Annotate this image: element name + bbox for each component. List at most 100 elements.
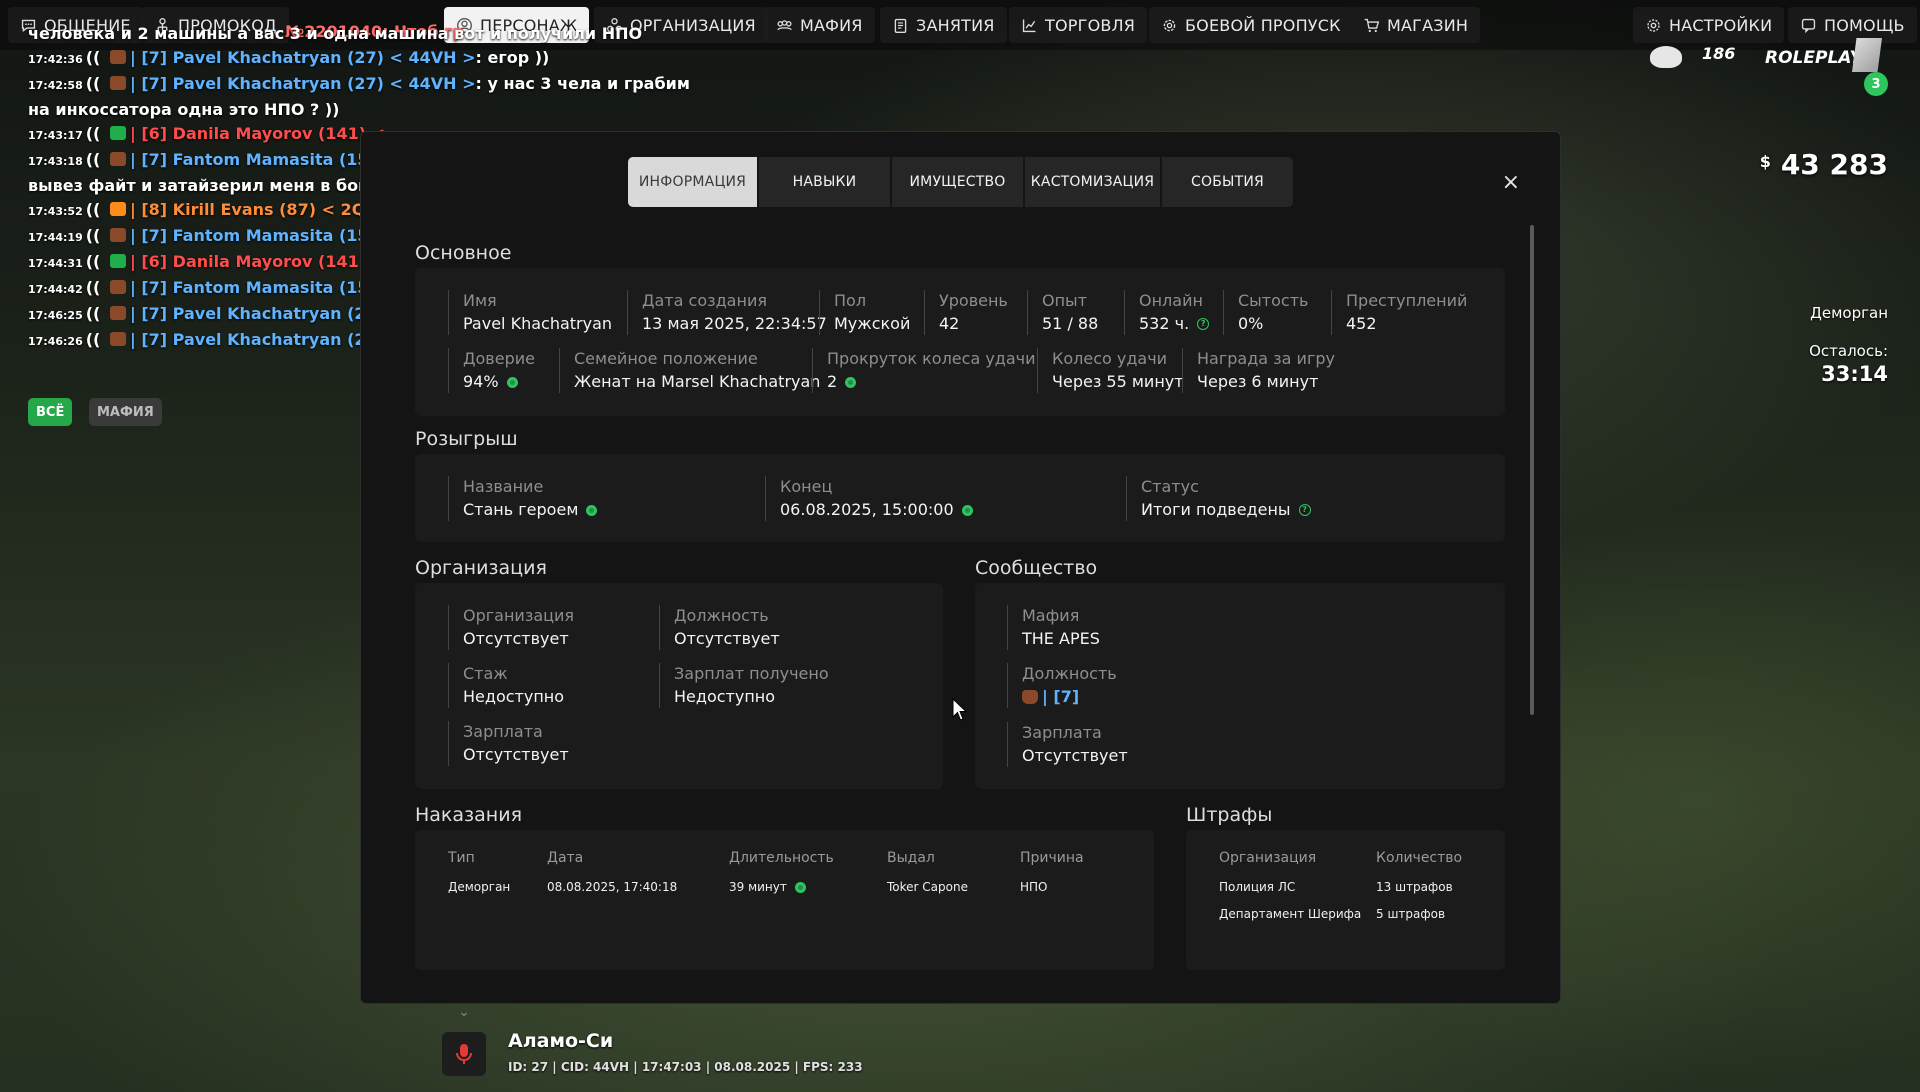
basic-panel: Имя Pavel Khachatryan Дата создания 13 м… (415, 268, 1505, 416)
chat-prefix: (( (85, 200, 106, 219)
chat-player-name[interactable]: | [6] Danila Mayorov (141) < (130, 124, 385, 143)
chat-timestamp: 17:42:58 (28, 79, 83, 92)
tab-property[interactable]: ИМУЩЕСТВО (892, 157, 1025, 207)
info-dot-icon[interactable] (586, 504, 598, 516)
chat-player-name[interactable]: | [7] Pavel Khachatryan (27 (130, 304, 377, 323)
server-number-badge: 3 (1864, 72, 1888, 96)
section-title-basic: Основное (415, 242, 512, 264)
chat-player-name[interactable]: | [7] Pavel Khachatryan (27 (130, 330, 377, 349)
cell-date: 08.08.2025, 17:40:18 (547, 880, 678, 894)
chat-prefix: (( (85, 330, 106, 349)
chat-player-name[interactable]: | [8] Kirill Evans (87) < 2QDI (130, 200, 385, 219)
nav-trade[interactable]: ТОРГОВЛЯ (1009, 7, 1148, 43)
giveaway-panel: Название Стань героем Конец 06.08.2025, … (415, 454, 1505, 542)
chat-player-name[interactable]: | [7] Fantom Mamasita (150 (130, 278, 380, 297)
jail-status-label: Деморган (1810, 304, 1888, 322)
cell-duration: 39 минут (729, 880, 806, 894)
tab-skills[interactable]: НАВЫКИ (759, 157, 892, 207)
tab-information[interactable]: ИНФОРМАЦИЯ (628, 157, 759, 207)
field-wheel: Колесо удачи Через 55 минут (1037, 348, 1184, 393)
chat-player-name[interactable]: | [7] Pavel Khachatryan (27) < 44VH > (130, 48, 476, 67)
cell-issuer: Toker Capone (887, 880, 968, 894)
money-amount: 43 283 (1780, 148, 1888, 181)
info-dot-icon[interactable] (845, 376, 857, 388)
section-title-fines: Штрафы (1186, 804, 1273, 826)
badge-gear-icon (1163, 19, 1176, 31)
chat-text: человека и 2 машины а вас 3 и одна машин… (28, 24, 643, 43)
mafia-rank-icon (1022, 690, 1038, 704)
cell-type: Деморган (448, 880, 511, 894)
modal-tabs: ИНФОРМАЦИЯ НАВЫКИ ИМУЩЕСТВО КАСТОМИЗАЦИЯ… (628, 157, 1293, 207)
player-rank-icon (109, 254, 126, 268)
help-circle-icon[interactable]: ? (1298, 504, 1311, 516)
field-name: Имя Pavel Khachatryan (448, 290, 612, 335)
cell-fine-org: Полиция ЛС (1219, 880, 1296, 894)
server-logo: 186 ROLEPLAY 3 (1650, 38, 1890, 108)
player-rank-icon (109, 228, 126, 242)
field-giveaway-end: Конец 06.08.2025, 15:00:00 (765, 476, 973, 521)
tab-events[interactable]: СОБЫТИЯ (1162, 157, 1293, 207)
field-trust: Доверие 94% (448, 348, 535, 393)
cell-fine-org: Департамент Шерифа (1219, 907, 1362, 921)
field-org-paid: Зарплат получено Недоступно (659, 663, 829, 708)
close-button[interactable]: × (1502, 172, 1520, 194)
col-header-fine-count: Количество (1376, 850, 1463, 866)
chat-player-name[interactable]: | [6] Danila Mayorov (141) < (130, 252, 385, 271)
nav-shop[interactable]: МАГАЗИН (1351, 7, 1481, 43)
field-giveaway-name: Название Стань героем (448, 476, 598, 521)
chat-player-name[interactable]: | [7] Fantom Mamasita (150 (130, 226, 380, 245)
player-rank-icon (109, 76, 126, 90)
field-experience: Опыт 51 / 88 (1027, 290, 1098, 335)
nav-activities-label: ЗАНЯТИЯ (916, 15, 995, 35)
cell-fine-count: 5 штрафов (1376, 907, 1446, 921)
help-circle-icon[interactable]: ? (1197, 318, 1210, 330)
chat-player-name[interactable]: | [7] Pavel Khachatryan (27) < 44VH > (130, 74, 476, 93)
chat-prefix: (( (85, 278, 106, 297)
section-title-giveaway: Розыгрыш (415, 428, 518, 450)
player-rank-icon (109, 50, 126, 64)
chat-timestamp: 17:44:42 (28, 283, 83, 296)
chat-timestamp: 17:44:31 (28, 257, 83, 270)
chat-timestamp: 17:46:26 (28, 335, 83, 348)
field-satiety: Сытость 0% (1223, 290, 1308, 335)
chat-timestamp: 17:44:19 (28, 231, 83, 244)
modal-scrollbar[interactable] (1530, 225, 1534, 715)
chat-prefix: (( (85, 304, 106, 323)
col-header-type: Тип (448, 850, 475, 866)
nav-activities[interactable]: ЗАНЯТИЯ (880, 7, 1007, 43)
info-dot-icon[interactable] (506, 376, 518, 388)
field-mafia: Мафия THE APES (1007, 605, 1100, 650)
clipboard-icon (894, 18, 907, 33)
organization-panel: Организация Отсутствует Должность Отсутс… (415, 583, 943, 789)
money-display: $ 43 283 (1760, 148, 1888, 181)
tab-customization[interactable]: КАСТОМИЗАЦИЯ (1025, 157, 1162, 207)
nav-trade-label: ТОРГОВЛЯ (1045, 15, 1136, 35)
field-community-post: Должность | [7] (1007, 663, 1117, 708)
chat-player-name[interactable]: | [7] Fantom Mamasita (150 (130, 150, 380, 169)
field-level: Уровень 42 (924, 290, 1008, 335)
help-chat-icon (1801, 18, 1816, 33)
nav-mafia[interactable]: МАФИЯ (764, 7, 875, 43)
chat-prefix: (( (85, 48, 106, 67)
chat-filter-all[interactable]: ВСЁ (28, 398, 73, 426)
player-rank-icon (109, 332, 126, 346)
info-dot-icon[interactable] (961, 504, 973, 516)
help-label: ПОМОЩЬ (1824, 15, 1905, 35)
character-modal: ИНФОРМАЦИЯ НАВЫКИ ИМУЩЕСТВО КАСТОМИЗАЦИЯ… (360, 131, 1561, 1004)
cell-fine-count: 13 штрафов (1376, 880, 1453, 894)
cart-icon (1364, 18, 1380, 32)
section-title-community: Сообщество (975, 557, 1098, 579)
info-dot-icon[interactable] (794, 881, 806, 893)
chat-filter-mafia[interactable]: МАФИЯ (89, 398, 162, 426)
nav-battle-pass[interactable]: БОЕВОЙ ПРОПУСК (1149, 7, 1353, 43)
chat-timestamp: 17:42:36 (28, 53, 83, 66)
player-rank-icon (109, 126, 126, 140)
location-name: Аламо-Си (508, 1030, 614, 1052)
microphone-icon (456, 1044, 472, 1064)
cell-reason: НПО (1020, 880, 1048, 894)
settings-label: НАСТРОЙКИ (1669, 15, 1773, 35)
fines-table: Организация Количество Полиция ЛС 13 штр… (1186, 830, 1505, 970)
microphone-button[interactable] (442, 1032, 486, 1076)
field-org-post: Должность Отсутствует (659, 605, 780, 650)
field-game-reward: Награда за игру Через 6 минут (1182, 348, 1335, 393)
